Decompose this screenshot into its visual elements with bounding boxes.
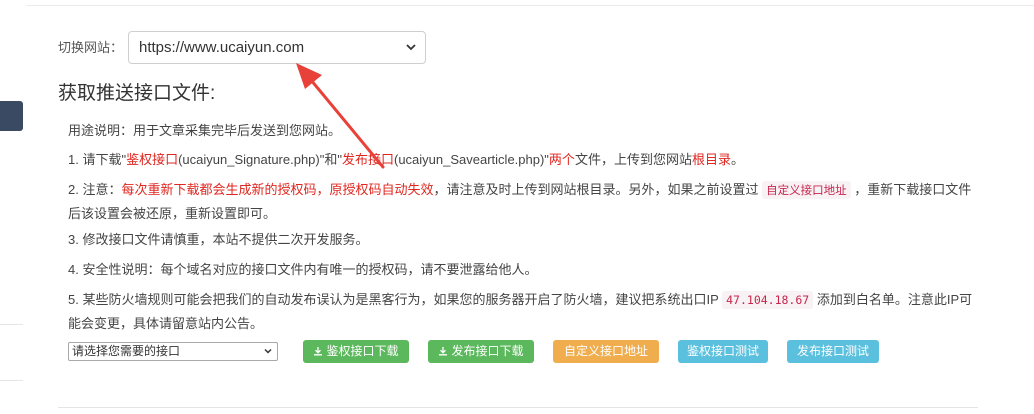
step-5-text: 5. 某些防火墙规则可能会把我们的自动发布误认为是黑客行为，如果您的服务器开启了… xyxy=(68,292,723,307)
interface-select-value: 请选择您需要的接口 xyxy=(72,344,181,358)
usage-text: 用途说明：用于文章采集完毕后发送到您网站。 xyxy=(68,123,342,138)
sidebar-divider xyxy=(0,324,23,325)
auth-interface-test-button[interactable]: 鉴权接口测试 xyxy=(678,340,768,363)
step-2-text: ，请注意及时上传到网站根目录。另外，如果之前设置过 xyxy=(433,182,763,197)
two-files-highlight: 两个 xyxy=(548,152,575,167)
step-4: 4. 安全性说明：每个域名对应的接口文件内有唯一的授权码，请不要泄露给他人。 xyxy=(68,262,538,277)
export-ip-code: 47.104.18.67 xyxy=(722,291,814,309)
download-icon xyxy=(314,347,323,356)
auth-download-label: 鉴权接口下载 xyxy=(326,344,399,358)
publish-interface-highlight: 发布接口 xyxy=(341,152,394,167)
site-select[interactable]: https://www.ucaiyun.com xyxy=(128,31,426,64)
step-2: 2. 注意：每次重新下载都会生成新的授权码，原授权码自动失效，请注意及时上传到网… xyxy=(68,178,978,225)
step-1-text: (ucaiyun_Signature.php)"和" xyxy=(178,152,342,167)
top-divider xyxy=(26,5,1034,6)
site-select-value: https://www.ucaiyun.com xyxy=(139,39,305,56)
step-1: 1. 请下载"鉴权接口(ucaiyun_Signature.php)"和"发布接… xyxy=(68,148,978,171)
page-title: 获取推送接口文件: xyxy=(58,83,216,104)
step-5: 5. 某些防火墙规则可能会把我们的自动发布误认为是黑客行为，如果您的服务器开启了… xyxy=(68,288,978,335)
publish-interface-download-button[interactable]: 发布接口下载 xyxy=(428,340,534,363)
custom-url-code: 自定义接口地址 xyxy=(762,181,851,199)
step-1-text: 文件，上传到您网站 xyxy=(574,152,692,167)
publish-download-label: 发布接口下载 xyxy=(451,344,524,358)
auth-code-warning: 每次重新下载都会生成新的授权码，原授权码自动失效 xyxy=(121,182,434,197)
auth-interface-highlight: 鉴权接口 xyxy=(126,152,179,167)
publish-test-label: 发布接口测试 xyxy=(796,344,869,358)
auth-interface-download-button[interactable]: 鉴权接口下载 xyxy=(303,340,409,363)
auth-test-label: 鉴权接口测试 xyxy=(686,344,759,358)
step-2-text: 2. 注意： xyxy=(68,182,122,197)
bottom-divider xyxy=(58,407,978,408)
sidebar-active-indicator[interactable] xyxy=(0,101,23,131)
custom-url-label: 自定义接口地址 xyxy=(563,344,648,358)
step-1-text: 1. 请下载" xyxy=(68,152,127,167)
step-1-text: 。 xyxy=(730,152,744,167)
root-dir-highlight: 根目录 xyxy=(691,152,731,167)
download-icon xyxy=(439,347,448,356)
site-switch-label: 切换网站： xyxy=(58,40,124,55)
chevron-down-icon xyxy=(264,348,272,354)
sidebar-divider xyxy=(0,380,23,381)
interface-select[interactable]: 请选择您需要的接口 xyxy=(68,342,278,361)
publish-interface-test-button[interactable]: 发布接口测试 xyxy=(787,340,879,363)
step-3: 3. 修改接口文件请慎重，本站不提供二次开发服务。 xyxy=(68,232,369,247)
chevron-down-icon xyxy=(406,44,416,51)
left-sidebar-edge xyxy=(0,0,26,414)
step-1-text: (ucaiyun_Savearticle.php)" xyxy=(394,152,549,167)
custom-interface-url-button[interactable]: 自定义接口地址 xyxy=(553,340,659,363)
